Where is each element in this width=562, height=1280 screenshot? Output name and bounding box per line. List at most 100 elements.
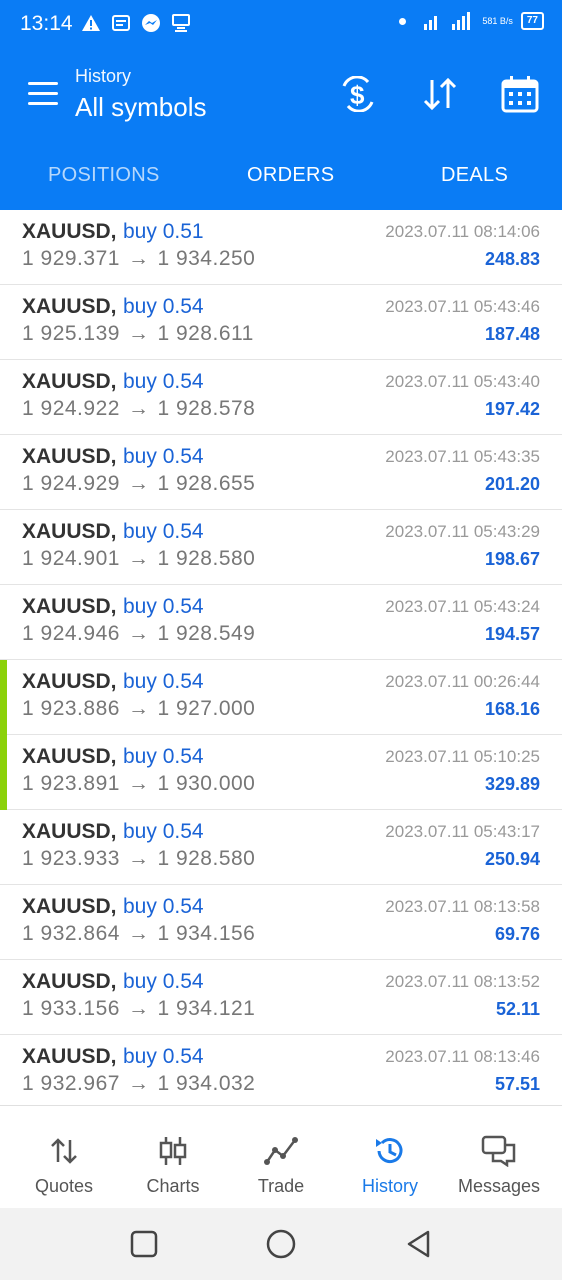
price-arrow: → [127,847,150,870]
nav-quotes[interactable]: Quotes [8,1106,120,1209]
tab-deals[interactable]: DEALS [441,164,508,187]
deal-profit: 57.51 [494,1074,540,1094]
recents-button[interactable] [128,1228,160,1260]
deal-prices: 1 924.929 → 1 928.655 [22,472,255,496]
deal-row[interactable]: XAUUSD, buy 0.54 1 925.139 → 1 928.611 2023.0… [0,285,562,360]
nav-messages[interactable]: Messages [443,1106,555,1209]
page-title: History [75,66,132,86]
history-icon [376,1138,403,1164]
deal-row[interactable]: XAUUSD, buy 0.54 1 932.864 → 1 934.156 2023.0… [0,885,562,960]
deal-time: 2023.07.11 08:13:58 [385,897,540,916]
tab-orders[interactable]: ORDERS [247,164,334,187]
price-arrow: → [127,397,150,420]
deal-close-price: 1 927.000 [157,697,256,720]
deal-profit: 52.11 [495,999,540,1019]
deal-row[interactable]: XAUUSD, buy 0.54 1 923.933 → 1 928.580 2023.0… [0,810,562,885]
deal-side: buy 0.51 [123,220,204,243]
deal-row[interactable]: XAUUSD, buy 0.54 1 924.922 → 1 928.578 2023.0… [0,360,562,435]
deal-symbol: XAUUSD, [22,670,117,693]
deal-profit: 194.57 [484,624,540,644]
deal-highlight-marker [0,735,7,810]
svg-text:$: $ [350,80,365,110]
deal-close-price: 1 928.611 [157,322,254,345]
deal-side: buy 0.54 [123,970,204,993]
deal-row[interactable]: XAUUSD, buy 0.54 1 923.891 → 1 930.000 2023.0… [0,735,562,810]
deal-side: buy 0.54 [123,370,204,393]
deal-prices: 1 923.891 → 1 930.000 [22,772,255,796]
deal-prices: 1 925.139 → 1 928.611 [22,322,254,346]
deal-row[interactable]: XAUUSD, buy 0.54 1 923.886 → 1 927.000 2023.0… [0,660,562,735]
deal-side: buy 0.54 [123,595,204,618]
price-arrow: → [127,472,150,495]
nav-label: Charts [146,1176,200,1196]
deal-open-price: 1 932.864 [22,922,120,945]
deal-row[interactable]: XAUUSD, buy 0.54 1 924.946 → 1 928.549 2023.0… [0,585,562,660]
deal-close-price: 1 934.250 [157,247,256,270]
deal-highlight-marker [0,660,7,735]
home-button[interactable] [265,1228,297,1260]
tab-positions[interactable]: POSITIONS [48,164,160,187]
nav-label: Quotes [34,1176,94,1196]
deal-profit: 168.16 [484,699,540,719]
deal-open-price: 1 933.156 [22,997,120,1020]
deal-open-price: 1 923.886 [22,697,120,720]
deal-time: 2023.07.11 05:43:17 [385,822,540,841]
nav-history[interactable]: History [334,1106,446,1209]
deal-profit: 329.89 [484,774,540,794]
currency-filter-button[interactable]: $ [336,74,380,114]
deal-row[interactable]: XAUUSD, buy 0.54 1 933.156 → 1 934.121 2023.0… [0,960,562,1035]
deal-symbol: XAUUSD, [22,220,117,243]
deal-profit: 198.67 [484,549,540,569]
deal-row[interactable]: XAUUSD, buy 0.54 1 924.901 → 1 928.580 2023.0… [0,510,562,585]
deal-side: buy 0.54 [123,445,204,468]
nav-label: History [361,1176,418,1196]
deal-side: buy 0.54 [123,520,204,543]
price-arrow: → [127,247,150,270]
deal-symbol: XAUUSD, [22,445,117,468]
deal-open-price: 1 924.901 [22,547,120,570]
nav-charts[interactable]: Charts [117,1106,229,1209]
deal-time: 2023.07.11 05:43:46 [385,297,540,316]
deal-prices: 1 923.933 → 1 928.580 [22,847,255,871]
menu-icon[interactable] [28,82,60,106]
deal-profit: 201.20 [484,474,540,494]
deal-close-price: 1 934.121 [157,997,256,1020]
quotes-icon [51,1138,77,1164]
price-arrow: → [127,1072,150,1095]
deal-row[interactable]: XAUUSD, buy 0.54 1 932.967 → 1 934.032 2023.0… [0,1035,562,1110]
deal-symbol: XAUUSD, [22,745,117,768]
deal-prices: 1 929.371 → 1 934.250 [22,247,255,271]
battery-indicator: 77 [520,12,544,30]
deal-symbol: XAUUSD, [22,295,117,318]
cast-icon [170,12,192,34]
deal-prices: 1 932.864 → 1 934.156 [22,922,255,946]
deal-row[interactable]: XAUUSD, buy 0.51 1 929.371 → 1 934.250 2023.0… [0,210,562,285]
price-arrow: → [127,547,150,570]
app-bar: History All symbols $ [0,48,562,144]
deal-side: buy 0.54 [123,295,204,318]
deal-side: buy 0.54 [123,745,204,768]
deal-symbol: XAUUSD, [22,820,117,843]
nav-trade[interactable]: Trade [225,1106,337,1209]
calendar-button[interactable] [498,74,542,114]
network-speed: 581 B/s [482,16,513,26]
messenger-icon [140,12,162,34]
deal-time: 2023.07.11 08:14:06 [385,222,540,241]
nav-label: Trade [257,1176,305,1196]
bottom-nav: Quotes Charts Trade History Messages [0,1105,562,1208]
deal-prices: 1 924.922 → 1 928.578 [22,397,255,421]
symbol-filter[interactable]: All symbols [75,92,206,123]
price-arrow: → [127,322,150,345]
price-arrow: → [127,922,150,945]
back-button[interactable] [403,1228,435,1260]
price-arrow: → [127,997,150,1020]
deal-time: 2023.07.11 05:43:24 [385,597,540,616]
calendar-icon [501,76,539,113]
deal-row[interactable]: XAUUSD, buy 0.54 1 924.929 → 1 928.655 2023.0… [0,435,562,510]
deals-list[interactable]: XAUUSD, buy 0.51 1 929.371 → 1 934.250 2023.0… [0,210,562,1110]
deal-open-price: 1 924.922 [22,397,120,420]
deal-symbol: XAUUSD, [22,970,117,993]
deal-symbol: XAUUSD, [22,520,117,543]
recents-icon [130,1230,158,1258]
sort-button[interactable] [418,74,462,114]
